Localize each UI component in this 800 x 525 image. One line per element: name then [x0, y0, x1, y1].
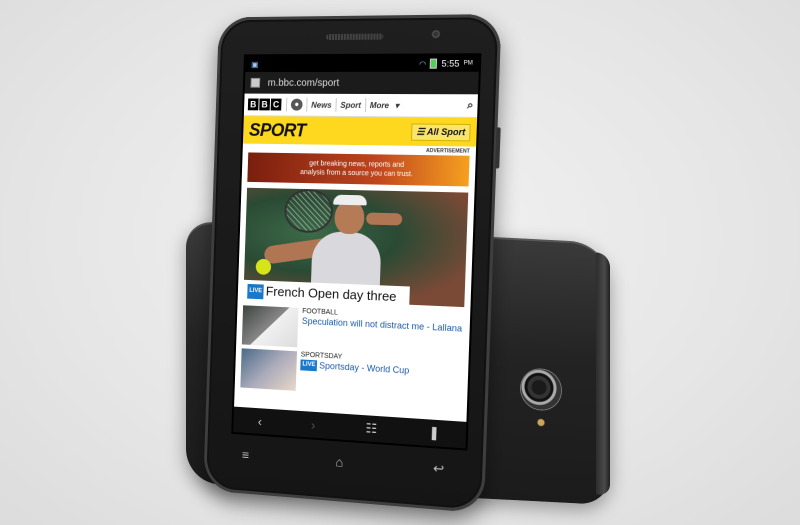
nav-divider — [335, 98, 336, 112]
list-item[interactable]: SPORTSDAY LIVE Sportsday - World Cup — [240, 348, 462, 401]
home-key-icon[interactable]: ⌂ — [335, 454, 343, 470]
main-headline[interactable]: LIVE French Open day three — [247, 283, 406, 306]
side-button[interactable] — [495, 127, 501, 168]
search-icon[interactable]: ⌕ — [467, 99, 474, 112]
bbc-logo-letter: B — [248, 98, 259, 110]
live-badge: LIVE — [247, 284, 264, 299]
battery-icon — [430, 59, 437, 69]
tennis-ball — [256, 259, 272, 275]
bbc-logo-letter: B — [259, 99, 270, 111]
forward-arrow-icon[interactable]: › — [311, 417, 316, 432]
nav-divider — [286, 98, 287, 112]
status-time: 5:55 — [441, 58, 459, 68]
nav-link-sport[interactable]: Sport — [340, 100, 361, 109]
player-cap — [333, 195, 367, 206]
hardware-keys: ≡ ⌂ ↩ — [232, 444, 455, 481]
chevron-down-icon: ▾ — [395, 101, 399, 110]
tennis-racket — [284, 189, 334, 234]
more-label: More — [370, 101, 389, 110]
browser-url-bar[interactable]: m.bbc.com/sport — [245, 72, 479, 95]
back-arrow-icon[interactable]: ‹ — [258, 414, 263, 429]
menu-icon: ☰ — [416, 126, 425, 136]
status-bar: ▣ ◠ 5:55 PM — [245, 55, 479, 72]
phone-side-edge — [596, 252, 610, 495]
bbc-top-nav: BBC ● News Sport More ▾ ⌕ — [244, 94, 478, 118]
nav-divider — [365, 98, 366, 112]
front-camera-icon — [431, 29, 442, 39]
back-key-icon[interactable]: ↩ — [433, 460, 445, 477]
url-text[interactable]: m.bbc.com/sport — [268, 77, 340, 88]
all-sport-label: All Sport — [427, 126, 466, 137]
user-account-icon[interactable]: ● — [291, 99, 303, 111]
more-dropdown[interactable]: More ▾ — [370, 101, 399, 110]
list-item[interactable]: FOOTBALL Speculation will not distract m… — [242, 305, 464, 356]
page-title: SPORT — [249, 120, 306, 141]
story-thumbnail — [242, 305, 299, 347]
flash-icon — [536, 417, 546, 428]
bookmark-icon[interactable]: ❚ — [428, 425, 440, 442]
status-time-suffix: PM — [463, 60, 472, 66]
nav-link-news[interactable]: News — [311, 100, 332, 109]
phone-front-view: ▣ ◠ 5:55 PM m.bbc.com/sport BBC ● News S… — [203, 14, 501, 513]
phone-screen: ▣ ◠ 5:55 PM m.bbc.com/sport BBC ● News S… — [231, 53, 481, 450]
wifi-icon: ◠ — [419, 59, 426, 68]
menu-key-icon[interactable]: ≡ — [242, 447, 250, 462]
screenshot-icon: ▣ — [251, 60, 258, 69]
rear-camera-icon — [521, 368, 561, 410]
headline-text: French Open day three — [266, 284, 397, 304]
sport-header: SPORT ☰ All Sport — [243, 116, 477, 146]
nav-divider — [306, 98, 307, 112]
bbc-logo[interactable]: BBC — [248, 98, 283, 110]
earpiece-speaker — [326, 34, 383, 40]
browser-bottom-nav: ‹ › ☷ ❚ — [233, 407, 466, 449]
favicon-icon — [250, 78, 260, 88]
player-arm — [366, 212, 402, 225]
bbc-logo-letter: C — [271, 99, 282, 111]
live-badge: LIVE — [300, 360, 317, 372]
all-sport-button[interactable]: ☰ All Sport — [411, 123, 471, 141]
story-thumbnail — [240, 348, 297, 391]
advert-banner[interactable]: get breaking news, reports and analysis … — [247, 152, 469, 186]
tabs-icon[interactable]: ☷ — [365, 420, 377, 437]
